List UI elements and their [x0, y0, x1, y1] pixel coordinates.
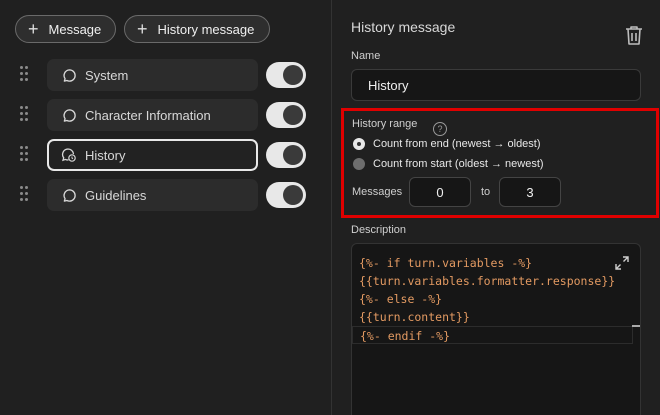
- message-card-history[interactable]: History: [47, 139, 258, 171]
- message-card-system[interactable]: System: [47, 59, 258, 91]
- radio-unselected-icon[interactable]: [353, 158, 365, 170]
- range-from-input[interactable]: 0: [409, 177, 471, 207]
- chat-bubble-icon: [61, 187, 77, 203]
- drag-handle-icon[interactable]: [20, 106, 28, 122]
- expand-icon[interactable]: [615, 256, 629, 270]
- message-row: Guidelines: [0, 179, 331, 211]
- enable-toggle[interactable]: [266, 102, 306, 128]
- history-bubble-icon: [61, 147, 77, 163]
- radio-count-from-end[interactable]: Count from end (newest → oldest): [353, 138, 541, 150]
- chat-bubble-icon: [61, 67, 77, 83]
- code-line: {%- else -%}: [359, 292, 443, 306]
- messages-label: Messages: [352, 186, 403, 198]
- prompt-message-list: + Message + History message System Chara…: [0, 0, 331, 415]
- message-card-label: History: [85, 147, 126, 163]
- message-card-label: System: [85, 67, 129, 83]
- add-history-message-button[interactable]: + History message: [124, 15, 270, 43]
- add-message-button[interactable]: + Message: [15, 15, 116, 43]
- editor-scrollbar[interactable]: [631, 244, 641, 415]
- message-row: System: [0, 59, 331, 91]
- radio-label: Count from start (oldest → newest): [373, 158, 544, 170]
- radio-label: Count from end (newest → oldest): [373, 138, 541, 150]
- description-editor[interactable]: {%- if turn.variables -%} {{turn.variabl…: [351, 243, 641, 415]
- message-card-guidelines[interactable]: Guidelines: [47, 179, 258, 211]
- radio-count-from-start[interactable]: Count from start (oldest → newest): [353, 158, 544, 170]
- plus-icon: +: [28, 19, 39, 39]
- code-line: {{turn.content}}: [359, 310, 470, 324]
- range-to-input[interactable]: 3: [499, 177, 561, 207]
- range-to-label: to: [481, 186, 491, 198]
- name-label: Name: [351, 50, 381, 62]
- enable-toggle[interactable]: [266, 142, 306, 168]
- code-line: {%- if turn.variables -%}: [359, 256, 533, 270]
- trash-icon[interactable]: [624, 24, 644, 46]
- message-row: History: [0, 139, 331, 171]
- add-history-message-label: History message: [157, 21, 255, 37]
- drag-handle-icon[interactable]: [20, 146, 28, 162]
- code-line: {{turn.variables.formatter.response}}: [359, 274, 616, 288]
- help-icon[interactable]: ?: [433, 122, 447, 136]
- plus-icon: +: [137, 19, 148, 39]
- name-field[interactable]: History: [351, 69, 641, 101]
- add-message-label: Message: [48, 21, 102, 37]
- history-range-label: History range: [352, 118, 418, 130]
- code-line-current: {%- endif -%}: [352, 326, 633, 344]
- message-editor-panel: History message Name History History ran…: [332, 0, 660, 415]
- drag-handle-icon[interactable]: [20, 66, 28, 82]
- panel-title: History message: [351, 19, 456, 35]
- enable-toggle[interactable]: [266, 62, 306, 88]
- message-card-label: Character Information: [85, 107, 211, 123]
- description-label: Description: [351, 224, 407, 236]
- radio-selected-icon[interactable]: [353, 138, 365, 150]
- history-range-section: History range ? Count from end (newest →…: [341, 108, 659, 218]
- enable-toggle[interactable]: [266, 182, 306, 208]
- drag-handle-icon[interactable]: [20, 186, 28, 202]
- message-row: Character Information: [0, 99, 331, 131]
- message-card-character-information[interactable]: Character Information: [47, 99, 258, 131]
- message-card-label: Guidelines: [85, 187, 147, 203]
- chat-bubble-icon: [61, 107, 77, 123]
